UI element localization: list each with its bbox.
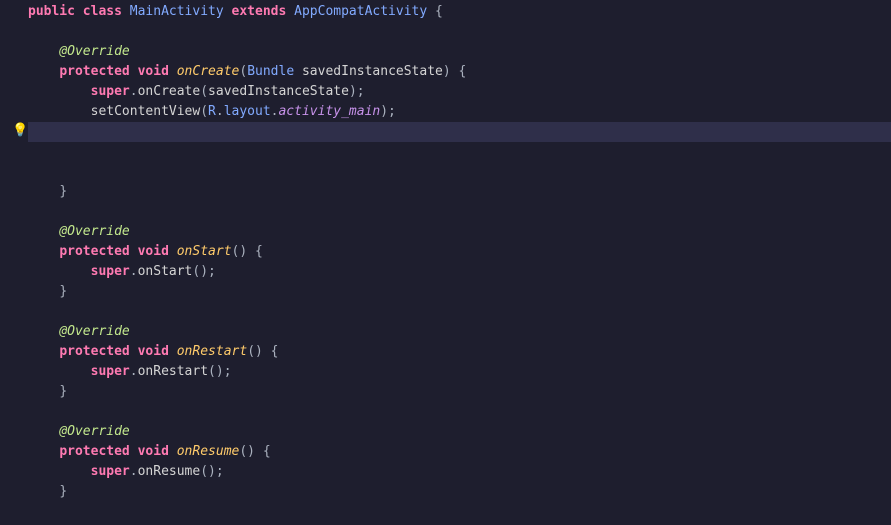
keyword-extends: extends	[232, 4, 287, 19]
code-line[interactable]	[28, 202, 891, 222]
keyword-void: void	[138, 64, 169, 79]
keyword-protected: protected	[59, 344, 129, 359]
class-name: MainActivity	[130, 4, 224, 19]
code-line[interactable]: }	[28, 382, 891, 402]
keyword-protected: protected	[59, 444, 129, 459]
keyword-super: super	[91, 84, 130, 99]
keyword-void: void	[138, 444, 169, 459]
annotation-override: @Override	[59, 224, 129, 239]
class-ref: R	[208, 104, 216, 119]
code-line[interactable]: }	[28, 282, 891, 302]
keyword-void: void	[138, 344, 169, 359]
code-line[interactable]: protected void onRestart() {	[28, 342, 891, 362]
code-line[interactable]	[28, 402, 891, 422]
code-line[interactable]: super.onStart();	[28, 262, 891, 282]
code-line[interactable]: super.onCreate(savedInstanceState);	[28, 82, 891, 102]
keyword-public: public	[28, 4, 75, 19]
code-line[interactable]	[28, 22, 891, 42]
keyword-void: void	[138, 244, 169, 259]
method-call: onCreate	[138, 84, 201, 99]
code-line[interactable]: protected void onCreate(Bundle savedInst…	[28, 62, 891, 82]
code-line[interactable]: protected void onResume() {	[28, 442, 891, 462]
code-line[interactable]	[28, 162, 891, 182]
code-line[interactable]: }	[28, 182, 891, 202]
keyword-super: super	[91, 364, 130, 379]
field-ref: activity_main	[278, 104, 380, 119]
keyword-super: super	[91, 464, 130, 479]
annotation-override: @Override	[59, 324, 129, 339]
annotation-override: @Override	[59, 44, 129, 59]
code-line[interactable]: protected void onStart() {	[28, 242, 891, 262]
code-line[interactable]: }	[28, 482, 891, 502]
code-line[interactable]: @Override	[28, 422, 891, 442]
method-name: onResume	[177, 444, 240, 459]
superclass-name: AppCompatActivity	[294, 4, 427, 19]
annotation-override: @Override	[59, 424, 129, 439]
method-call: onRestart	[138, 364, 208, 379]
keyword-protected: protected	[59, 244, 129, 259]
code-line-cursor[interactable]	[28, 122, 891, 142]
code-editor[interactable]: public class MainActivity extends AppCom…	[0, 0, 891, 502]
keyword-super: super	[91, 264, 130, 279]
param-name: savedInstanceState	[302, 64, 443, 79]
field-ref: layout	[224, 104, 271, 119]
code-line[interactable]: @Override	[28, 42, 891, 62]
method-call: onResume	[138, 464, 201, 479]
method-name: onCreate	[177, 64, 240, 79]
code-line[interactable]: super.onResume();	[28, 462, 891, 482]
code-line[interactable]: @Override	[28, 222, 891, 242]
keyword-class: class	[83, 4, 122, 19]
method-name: onRestart	[177, 344, 247, 359]
code-line[interactable]	[28, 142, 891, 162]
code-line[interactable]: super.onRestart();	[28, 362, 891, 382]
code-line[interactable]: public class MainActivity extends AppCom…	[28, 2, 891, 22]
arg-name: savedInstanceState	[208, 84, 349, 99]
code-line[interactable]: setContentView(R.layout.activity_main);	[28, 102, 891, 122]
keyword-protected: protected	[59, 64, 129, 79]
param-type: Bundle	[247, 64, 294, 79]
method-call: onStart	[138, 264, 193, 279]
code-line[interactable]: @Override	[28, 322, 891, 342]
method-name: onStart	[177, 244, 232, 259]
code-line[interactable]	[28, 302, 891, 322]
method-call: setContentView	[91, 104, 201, 119]
